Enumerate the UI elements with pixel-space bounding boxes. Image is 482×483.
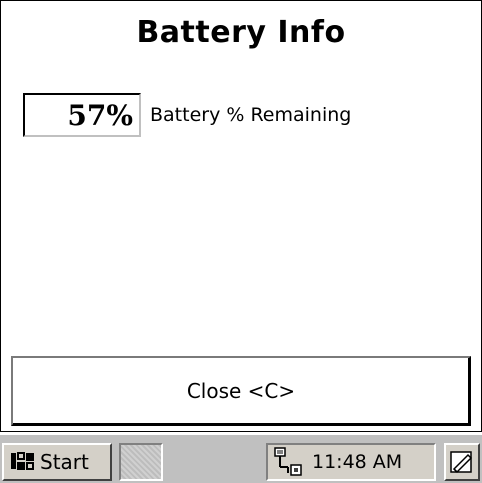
stylus-pen-icon: [450, 451, 473, 474]
battery-percent-field: 57%: [23, 93, 141, 137]
input-panel-button[interactable]: [444, 443, 480, 481]
battery-percent-label: Battery % Remaining: [150, 104, 352, 126]
battery-info-window: Battery Info 57% Battery % Remaining Clo…: [0, 0, 482, 432]
system-tray: 11:48 AM: [266, 443, 436, 481]
start-button[interactable]: Start: [2, 443, 112, 481]
network-connection-icon[interactable]: [272, 447, 306, 477]
start-label: Start: [40, 450, 89, 474]
battery-row: 57% Battery % Remaining: [23, 93, 351, 137]
taskbar: Start 11:48 AM: [0, 433, 482, 483]
close-button[interactable]: Close <C>: [11, 356, 471, 426]
window-title: Battery Info: [136, 15, 346, 50]
taskbar-app-slot[interactable]: [119, 443, 163, 481]
windows-flag-icon: [11, 452, 34, 470]
clock[interactable]: 11:48 AM: [312, 451, 402, 473]
